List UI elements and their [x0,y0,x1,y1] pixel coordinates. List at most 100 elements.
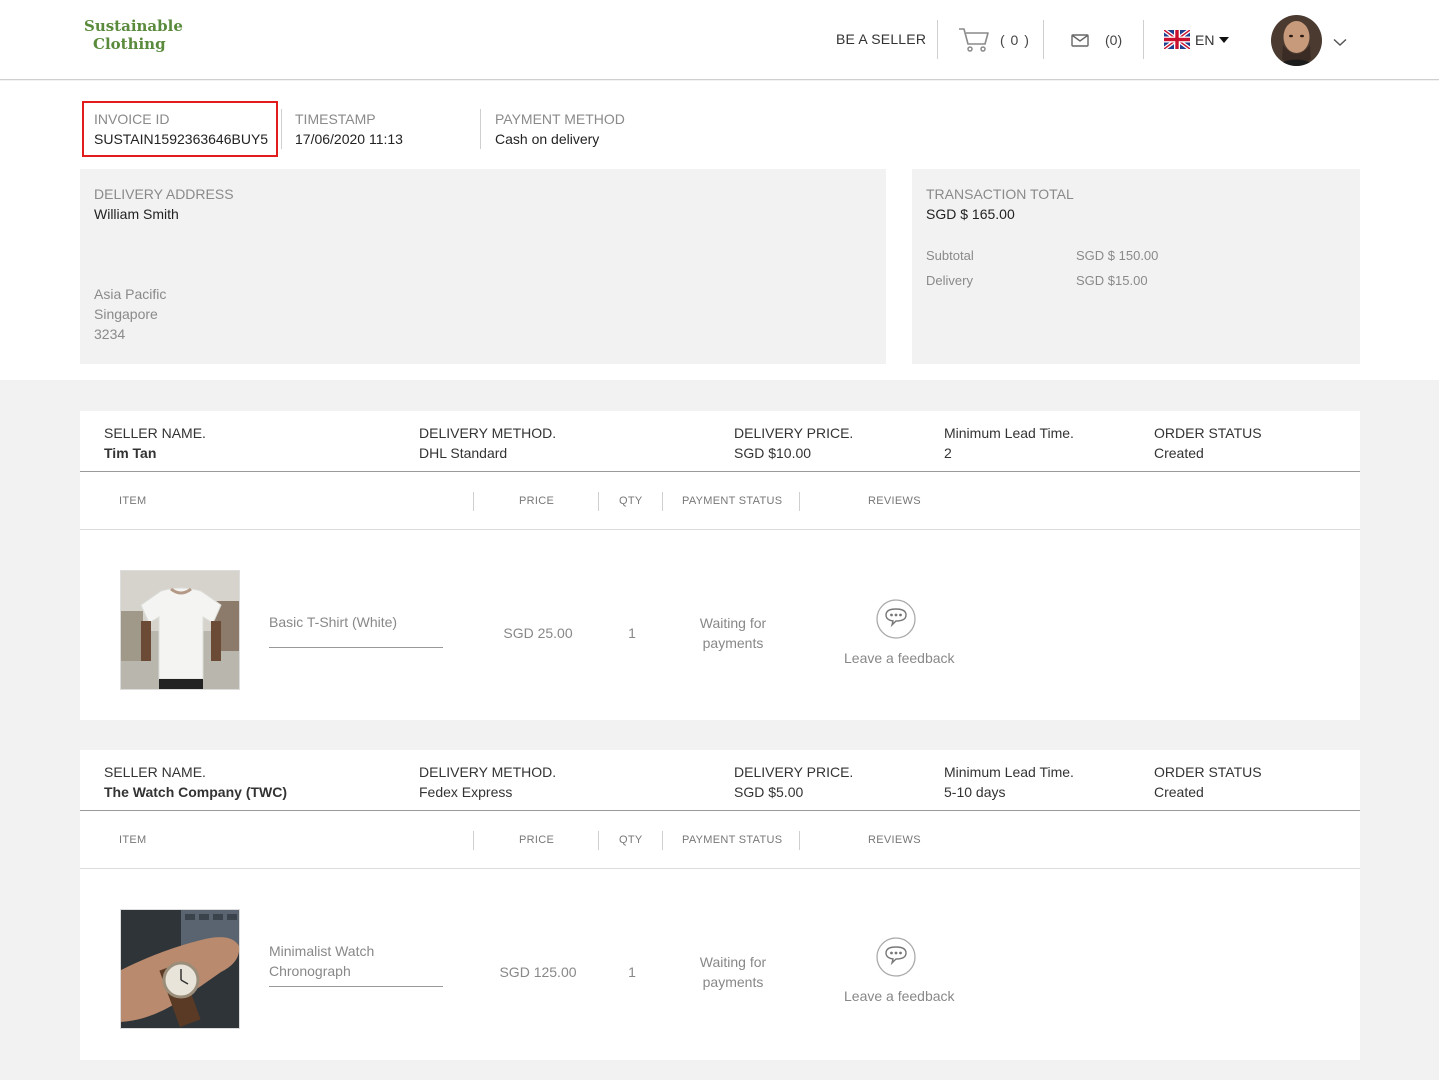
order-status-label: ORDER STATUS [1154,425,1262,441]
item-price: SGD 25.00 [503,625,573,641]
info-divider [281,109,282,149]
lead-time-value: 5-10 days [944,784,1006,800]
seller-order-card: SELLER NAME. Tim Tan DELIVERY METHOD. DH… [80,411,1360,720]
header-divider [1043,20,1044,59]
column-header-item: ITEM [119,834,147,846]
seller-name-value: The Watch Company (TWC) [104,784,288,800]
product-image-tshirt[interactable] [120,570,240,690]
column-divider [799,831,800,850]
seller-name-label: SELLER NAME. [104,425,206,441]
items-table-header: ITEM PRICE QTY PAYMENT STATUS REVIEWS [80,811,1360,869]
subtotal-label: Subtotal [926,248,974,263]
seller-order-header: SELLER NAME. Tim Tan DELIVERY METHOD. DH… [80,411,1360,472]
column-divider [662,492,663,511]
header-divider [1143,20,1144,59]
language-selector[interactable]: EN [1195,32,1214,48]
payment-status-line-2: payments [702,635,764,651]
uk-flag-icon[interactable] [1162,28,1192,51]
site-logo[interactable]: Sustainable Clothing [84,17,183,53]
items-table-header: ITEM PRICE QTY PAYMENT STATUS REVIEWS [80,472,1360,530]
chevron-down-icon[interactable] [1333,34,1347,52]
mail-count[interactable]: (0) [1105,32,1122,48]
payment-status-line-1: Waiting for [699,615,767,631]
payment-status-line-1: Waiting for [699,954,767,970]
delivery-method-label: DELIVERY METHOD. [419,764,557,780]
delivery-price-label: DELIVERY PRICE. [734,764,854,780]
order-status-value: Created [1154,445,1204,461]
cart-count[interactable]: ( 0 ) [1000,32,1030,48]
delivery-price-value: SGD $10.00 [734,445,812,461]
item-qty: 1 [628,625,636,641]
address-region: Asia Pacific [94,286,167,302]
delivery-price-value: SGD $5.00 [734,784,804,800]
cart-icon[interactable] [958,27,990,58]
feedback-bubble-icon[interactable] [876,599,916,644]
column-divider [473,831,474,850]
column-divider [598,831,599,850]
column-header-payment-status: PAYMENT STATUS [682,495,783,507]
user-avatar[interactable] [1271,15,1322,66]
info-divider [480,109,481,149]
payment-method-block: PAYMENT METHOD Cash on delivery [495,109,625,149]
mail-icon[interactable] [1071,34,1089,52]
column-header-reviews: REVIEWS [868,495,921,507]
delivery-method-value: Fedex Express [419,784,513,800]
delivery-address-label: DELIVERY ADDRESS [94,186,234,202]
delivery-method-value: DHL Standard [419,445,508,461]
column-header-price: PRICE [519,834,555,846]
column-header-price: PRICE [519,495,555,507]
lead-time-value: 2 [944,445,952,461]
top-header: Sustainable Clothing BE A SELLER ( 0 ) (… [0,0,1439,80]
item-qty: 1 [628,964,636,980]
caret-down-icon[interactable] [1219,37,1229,43]
product-name-underline [269,986,443,987]
address-postal: 3234 [94,326,126,342]
logo-line-2: Clothing [93,35,166,53]
payment-status: Waiting for payments [678,952,788,992]
transaction-total-value: SGD $ 165.00 [926,206,1015,222]
recipient-name: William Smith [94,206,179,222]
feedback-bubble-icon[interactable] [876,937,916,982]
invoice-id-value: SUSTAIN1592363646BUY5 [94,131,269,147]
column-header-qty: QTY [619,495,643,507]
payment-status-line-2: payments [702,974,764,990]
delivery-method-label: DELIVERY METHOD. [419,425,557,441]
column-header-payment-status: PAYMENT STATUS [682,834,783,846]
column-divider [662,831,663,850]
leave-feedback-link[interactable]: Leave a feedback [844,650,955,666]
payment-method-label: PAYMENT METHOD [495,111,625,127]
delivery-address-panel: DELIVERY ADDRESS William Smith Asia Paci… [80,169,886,364]
lead-time-label: Minimum Lead Time. [944,764,1074,780]
delivery-fee-label: Delivery [926,273,973,288]
invoice-id-block: INVOICE ID SUSTAIN1592363646BUY5 [94,109,268,149]
column-header-reviews: REVIEWS [868,834,921,846]
address-country: Singapore [94,306,158,322]
seller-name-label: SELLER NAME. [104,764,206,780]
timestamp-label: TIMESTAMP [295,111,376,127]
transaction-total-panel: TRANSACTION TOTAL SGD $ 165.00 Subtotal … [912,169,1360,364]
order-item-row: Minimalist Watch Chronograph SGD 125.00 … [80,869,1360,1059]
order-status-value: Created [1154,784,1204,800]
logo-line-1: Sustainable [84,17,183,35]
seller-order-header: SELLER NAME. The Watch Company (TWC) DEL… [80,750,1360,811]
timestamp-value: 17/06/2020 11:13 [295,131,403,147]
order-item-row: Basic T-Shirt (White) SGD 25.00 1 Waitin… [80,530,1360,720]
column-header-qty: QTY [619,834,643,846]
column-header-item: ITEM [119,495,147,507]
delivery-fee-value: SGD $15.00 [1076,273,1148,288]
timestamp-block: TIMESTAMP 17/06/2020 11:13 [295,109,403,149]
leave-feedback-link[interactable]: Leave a feedback [844,988,955,1004]
product-name-link[interactable]: Minimalist Watch Chronograph [269,941,443,981]
product-name-link[interactable]: Basic T-Shirt (White) [269,612,443,632]
column-divider [598,492,599,511]
product-image-watch[interactable] [120,909,240,1029]
payment-status: Waiting for payments [678,613,788,653]
delivery-price-label: DELIVERY PRICE. [734,425,854,441]
payment-method-value: Cash on delivery [495,131,600,147]
invoice-id-label: INVOICE ID [94,111,170,127]
lead-time-label: Minimum Lead Time. [944,425,1074,441]
be-a-seller-link[interactable]: BE A SELLER [836,31,926,47]
transaction-total-label: TRANSACTION TOTAL [926,186,1074,202]
seller-name-value: Tim Tan [104,445,157,461]
subtotal-value: SGD $ 150.00 [1076,248,1159,263]
